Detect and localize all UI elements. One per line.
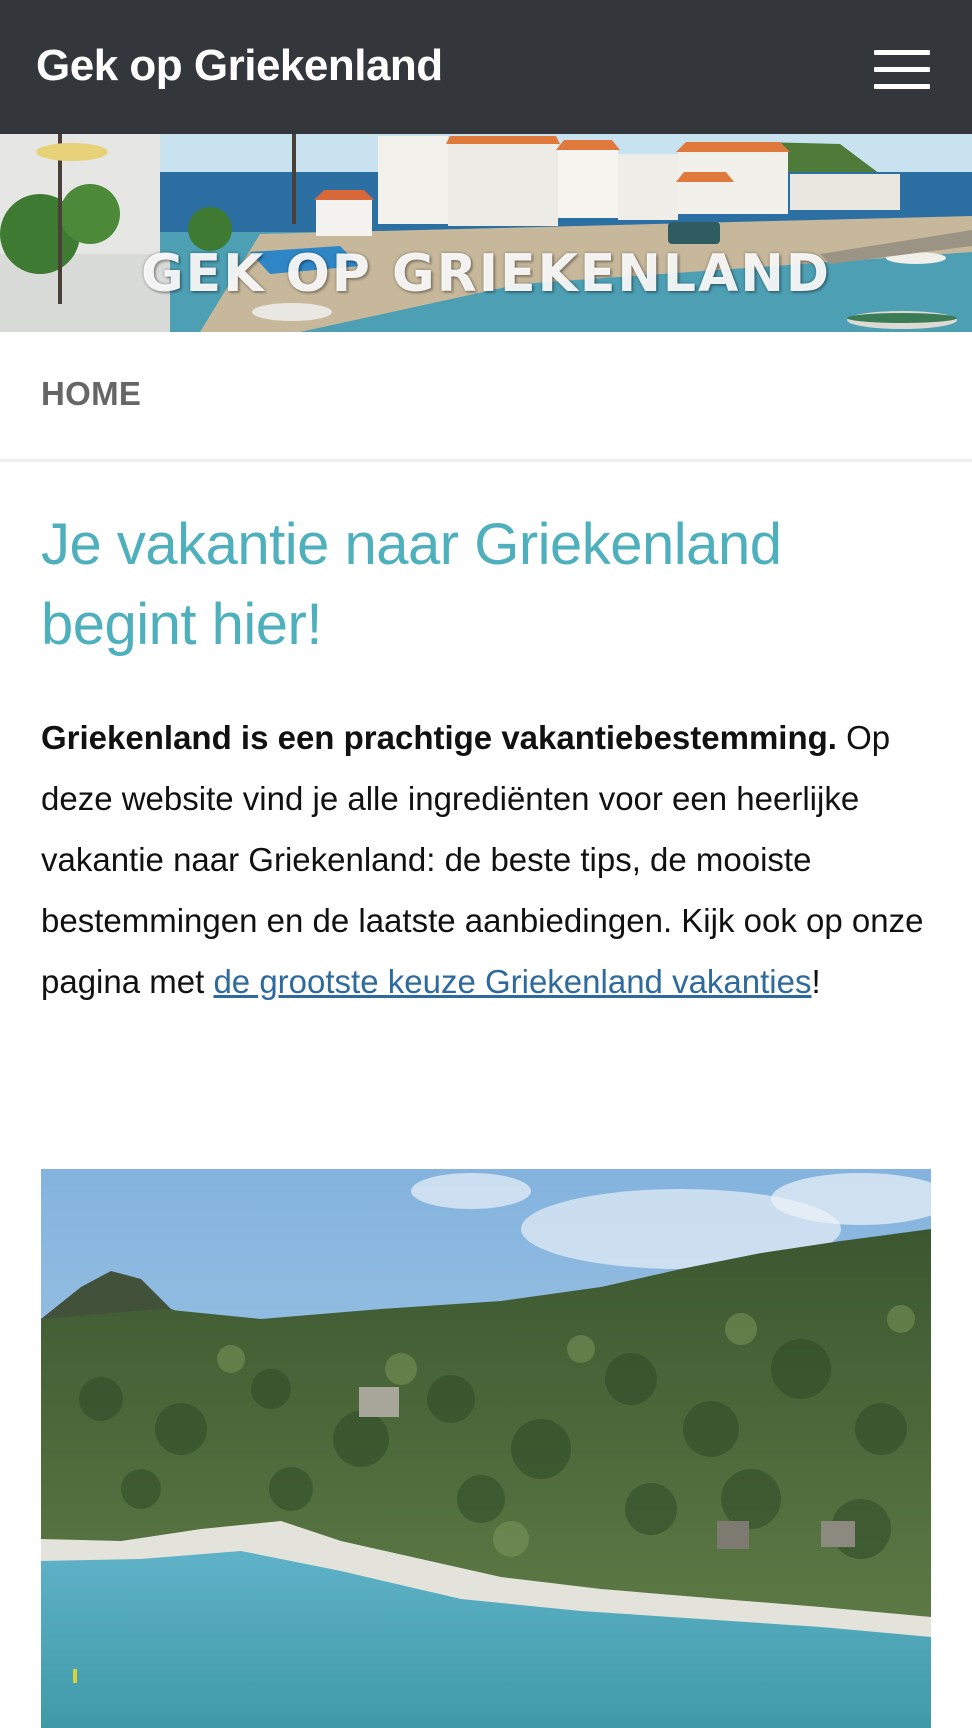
menu-bar <box>874 67 930 72</box>
coastline-photo <box>41 1169 931 1728</box>
vacations-link[interactable]: de grootste keuze Griekenland vakanties <box>213 963 811 1000</box>
menu-bar <box>874 50 930 55</box>
intro-text: Op deze website vind je alle ingrediënte… <box>41 719 924 1000</box>
coastline-illustration <box>41 1169 931 1728</box>
header-banner-image: GEK OP GRIEKENLAND <box>0 134 972 332</box>
nav-item-home[interactable]: HOME <box>41 374 141 414</box>
main-navigation: HOME <box>0 332 972 462</box>
hamburger-menu-icon[interactable] <box>874 50 932 90</box>
intro-trailing-text: ! <box>811 963 821 1000</box>
site-header: Gek op Griekenland <box>0 0 972 134</box>
site-title-link[interactable]: Gek op Griekenland <box>36 40 443 92</box>
banner-overlay-text: GEK OP GRIEKENLAND <box>140 244 831 304</box>
intro-bold-text: Griekenland is een prachtige vakantiebes… <box>41 719 837 756</box>
main-content: Je vakantie naar Griekenland begint hier… <box>41 462 931 1012</box>
menu-bar <box>874 84 930 89</box>
page-title: Je vakantie naar Griekenland begint hier… <box>41 512 782 657</box>
intro-paragraph: Griekenland is een prachtige vakantiebes… <box>41 707 931 1012</box>
